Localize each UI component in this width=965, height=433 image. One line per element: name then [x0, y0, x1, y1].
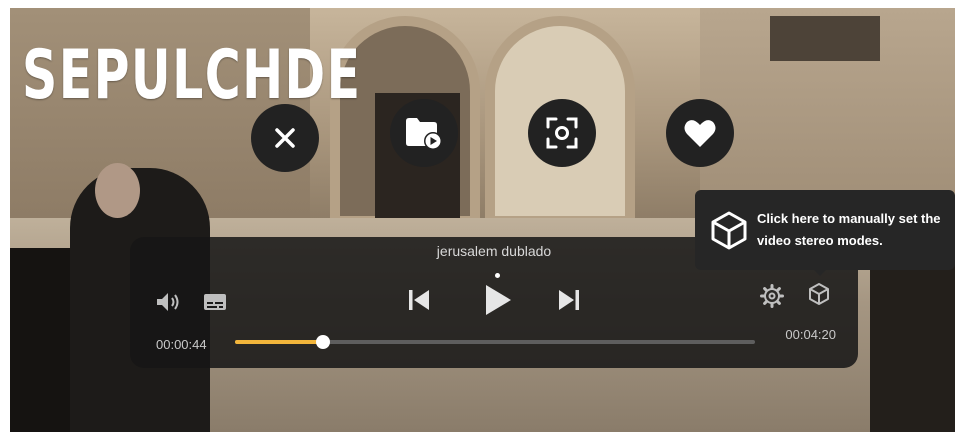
close-button[interactable] — [251, 104, 319, 172]
person-head — [95, 163, 140, 218]
progress-fill — [235, 340, 324, 344]
play-icon — [486, 285, 511, 315]
skip-previous-icon — [409, 290, 429, 310]
total-time: 00:04:20 — [785, 327, 836, 342]
balcony-window — [770, 16, 880, 61]
next-button[interactable] — [554, 285, 584, 315]
video-title-overlay: SEPULCHDE — [22, 36, 362, 115]
subtitles-button[interactable] — [202, 290, 228, 314]
play-indicator-dot — [495, 273, 500, 278]
settings-button[interactable] — [758, 282, 786, 310]
heart-icon — [684, 120, 716, 147]
favorite-button[interactable] — [666, 99, 734, 167]
cube-icon — [711, 211, 747, 250]
recenter-button[interactable] — [528, 99, 596, 167]
progress-track[interactable] — [235, 335, 755, 349]
tooltip-arrow — [812, 268, 828, 276]
previous-button[interactable] — [404, 285, 434, 315]
subtitles-icon — [204, 294, 226, 310]
folder-play-icon — [406, 118, 442, 150]
crowd-right — [870, 263, 955, 432]
open-files-button[interactable] — [390, 99, 458, 167]
stereo-mode-tooltip: Click here to manually set the video ste… — [695, 190, 955, 270]
play-button[interactable] — [480, 280, 516, 320]
close-icon — [275, 128, 295, 148]
tooltip-text: Click here to manually set the video ste… — [757, 211, 941, 248]
skip-next-icon — [559, 290, 579, 310]
cube-icon — [809, 283, 829, 305]
stereo-mode-button[interactable] — [806, 280, 832, 308]
progress-thumb[interactable] — [316, 335, 331, 349]
volume-button[interactable] — [154, 289, 184, 315]
volume-icon — [157, 293, 179, 311]
current-time: 00:00:44 — [156, 337, 207, 352]
gear-icon — [760, 284, 784, 308]
person-left — [10, 248, 70, 432]
recenter-view-icon — [546, 117, 578, 149]
